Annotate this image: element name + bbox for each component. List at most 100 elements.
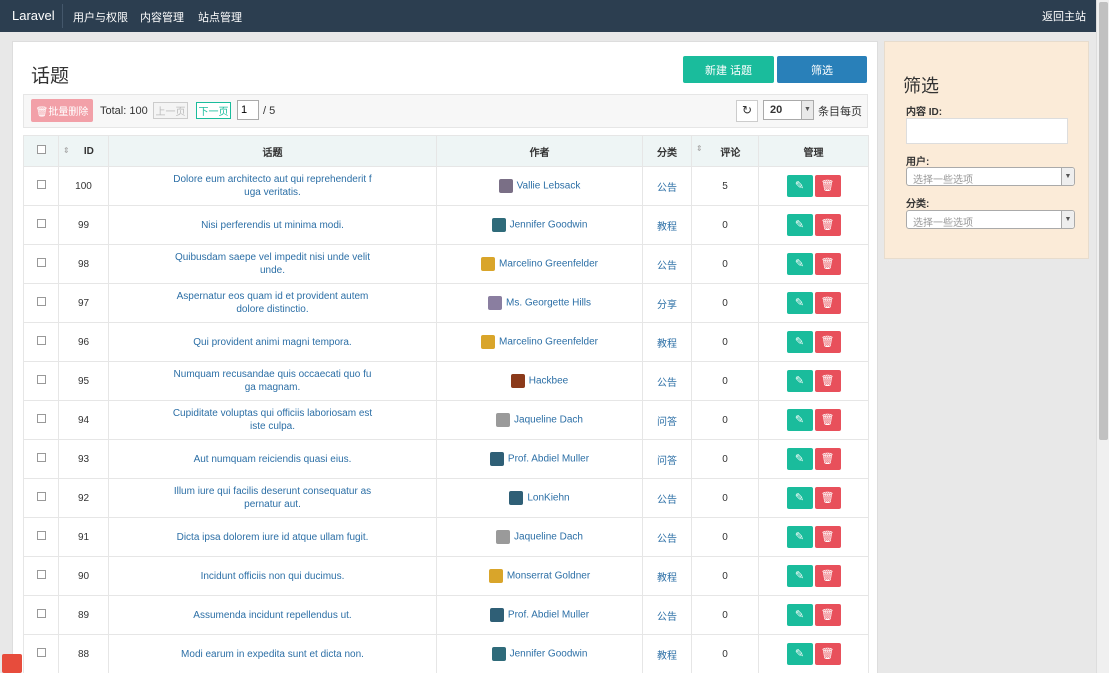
- row-select-cell[interactable]: [23, 244, 59, 284]
- new-topic-button[interactable]: 新建 话题: [683, 56, 774, 83]
- topic-title-link[interactable]: Quibusdam saepe vel impedit nisi unde ve…: [173, 251, 373, 277]
- row-checkbox[interactable]: [36, 336, 46, 345]
- nav-site-management[interactable]: 站点管理: [198, 9, 242, 25]
- header-id[interactable]: ⇕ ID: [58, 135, 109, 167]
- category-link[interactable]: 分享: [657, 300, 677, 311]
- topic-title-link[interactable]: Modi earum in expedita sunt et dicta non…: [173, 648, 373, 661]
- delete-button[interactable]: 🗑: [814, 175, 841, 197]
- per-page-select[interactable]: 20 ▼: [763, 100, 814, 120]
- category-link[interactable]: 问答: [657, 456, 677, 467]
- delete-button[interactable]: 🗑: [814, 253, 841, 275]
- user-select[interactable]: 选择一些选项 ▼: [906, 167, 1075, 186]
- scrollbar-thumb[interactable]: [1099, 2, 1108, 440]
- row-select-cell[interactable]: [23, 556, 59, 596]
- category-link[interactable]: 公告: [657, 612, 677, 623]
- edit-button[interactable]: ✎: [786, 409, 813, 431]
- filter-button[interactable]: 筛选: [777, 56, 867, 83]
- edit-button[interactable]: ✎: [786, 604, 813, 626]
- refresh-icon[interactable]: ↻: [736, 100, 758, 122]
- category-link[interactable]: 问答: [657, 417, 677, 428]
- row-select-cell[interactable]: [23, 634, 59, 673]
- edit-button[interactable]: ✎: [786, 370, 813, 392]
- row-checkbox[interactable]: [36, 180, 46, 189]
- row-checkbox[interactable]: [36, 492, 46, 501]
- edit-button[interactable]: ✎: [786, 487, 813, 509]
- edit-button[interactable]: ✎: [786, 448, 813, 470]
- topic-title-link[interactable]: Qui provident animi magni tempora.: [173, 336, 373, 349]
- batch-delete-button[interactable]: 🗑批量删除: [31, 99, 93, 122]
- author-link[interactable]: Jaqueline Dach: [514, 532, 583, 543]
- delete-button[interactable]: 🗑: [814, 370, 841, 392]
- row-select-cell[interactable]: [23, 283, 59, 323]
- delete-button[interactable]: 🗑: [814, 487, 841, 509]
- row-select-cell[interactable]: [23, 517, 59, 557]
- row-checkbox[interactable]: [36, 570, 46, 579]
- edit-button[interactable]: ✎: [786, 331, 813, 353]
- category-link[interactable]: 公告: [657, 378, 677, 389]
- author-link[interactable]: Marcelino Greenfelder: [499, 337, 598, 348]
- author-link[interactable]: Jaqueline Dach: [514, 415, 583, 426]
- row-select-cell[interactable]: [23, 478, 59, 518]
- topic-title-link[interactable]: Illum iure qui facilis deserunt consequa…: [173, 485, 373, 511]
- next-page-button[interactable]: 下一页: [196, 102, 231, 119]
- edit-button[interactable]: ✎: [786, 214, 813, 236]
- edit-button[interactable]: ✎: [786, 526, 813, 548]
- row-select-cell[interactable]: [23, 595, 59, 635]
- author-link[interactable]: Vallie Lebsack: [517, 181, 581, 192]
- author-link[interactable]: Marcelino Greenfelder: [499, 259, 598, 270]
- topic-title-link[interactable]: Aut numquam reiciendis quasi eius.: [173, 453, 373, 466]
- topic-title-link[interactable]: Dicta ipsa dolorem iure id atque ullam f…: [173, 531, 373, 544]
- author-link[interactable]: Prof. Abdiel Muller: [508, 454, 589, 465]
- delete-button[interactable]: 🗑: [814, 565, 841, 587]
- delete-button[interactable]: 🗑: [814, 409, 841, 431]
- category-link[interactable]: 教程: [657, 573, 677, 584]
- content-id-input[interactable]: [906, 118, 1068, 144]
- brand-link[interactable]: Laravel: [12, 8, 55, 23]
- select-all-checkbox[interactable]: [36, 145, 46, 154]
- row-select-cell[interactable]: [23, 322, 59, 362]
- edit-button[interactable]: ✎: [786, 253, 813, 275]
- row-checkbox[interactable]: [36, 453, 46, 462]
- author-link[interactable]: Monserrat Goldner: [507, 571, 590, 582]
- author-link[interactable]: Hackbee: [529, 376, 568, 387]
- row-checkbox[interactable]: [36, 648, 46, 657]
- header-select-all[interactable]: [23, 135, 59, 167]
- row-checkbox[interactable]: [36, 531, 46, 540]
- row-checkbox[interactable]: [36, 414, 46, 423]
- author-link[interactable]: Prof. Abdiel Muller: [508, 610, 589, 621]
- nav-content-management[interactable]: 内容管理: [140, 9, 184, 25]
- row-select-cell[interactable]: [23, 205, 59, 245]
- page-scrollbar[interactable]: [1096, 0, 1109, 673]
- delete-button[interactable]: 🗑: [814, 331, 841, 353]
- row-checkbox[interactable]: [36, 609, 46, 618]
- category-link[interactable]: 公告: [657, 534, 677, 545]
- header-comments[interactable]: ⇕ 评论: [691, 135, 759, 167]
- row-checkbox[interactable]: [36, 258, 46, 267]
- topic-title-link[interactable]: Incidunt officiis non qui ducimus.: [173, 570, 373, 583]
- row-select-cell[interactable]: [23, 361, 59, 401]
- row-checkbox[interactable]: [36, 375, 46, 384]
- edit-button[interactable]: ✎: [786, 643, 813, 665]
- category-link[interactable]: 教程: [657, 339, 677, 350]
- author-link[interactable]: Jennifer Goodwin: [510, 220, 588, 231]
- author-link[interactable]: Ms. Georgette Hills: [506, 298, 591, 309]
- topic-title-link[interactable]: Aspernatur eos quam id et provident aute…: [173, 290, 373, 316]
- delete-button[interactable]: 🗑: [814, 604, 841, 626]
- delete-button[interactable]: 🗑: [814, 292, 841, 314]
- edit-button[interactable]: ✎: [786, 175, 813, 197]
- topic-title-link[interactable]: Cupiditate voluptas qui officiis laborio…: [173, 407, 373, 433]
- edit-button[interactable]: ✎: [786, 292, 813, 314]
- row-select-cell[interactable]: [23, 439, 59, 479]
- nav-users-permissions[interactable]: 用户与权限: [73, 9, 128, 25]
- debug-badge-icon[interactable]: [2, 654, 22, 673]
- page-number-input[interactable]: [237, 100, 259, 120]
- row-select-cell[interactable]: [23, 400, 59, 440]
- category-link[interactable]: 教程: [657, 651, 677, 662]
- topic-title-link[interactable]: Nisi perferendis ut minima modi.: [173, 219, 373, 232]
- row-checkbox[interactable]: [36, 297, 46, 306]
- delete-button[interactable]: 🗑: [814, 214, 841, 236]
- back-to-site-link[interactable]: 返回主站: [1042, 8, 1086, 24]
- category-link[interactable]: 公告: [657, 495, 677, 506]
- row-select-cell[interactable]: [23, 166, 59, 206]
- delete-button[interactable]: 🗑: [814, 643, 841, 665]
